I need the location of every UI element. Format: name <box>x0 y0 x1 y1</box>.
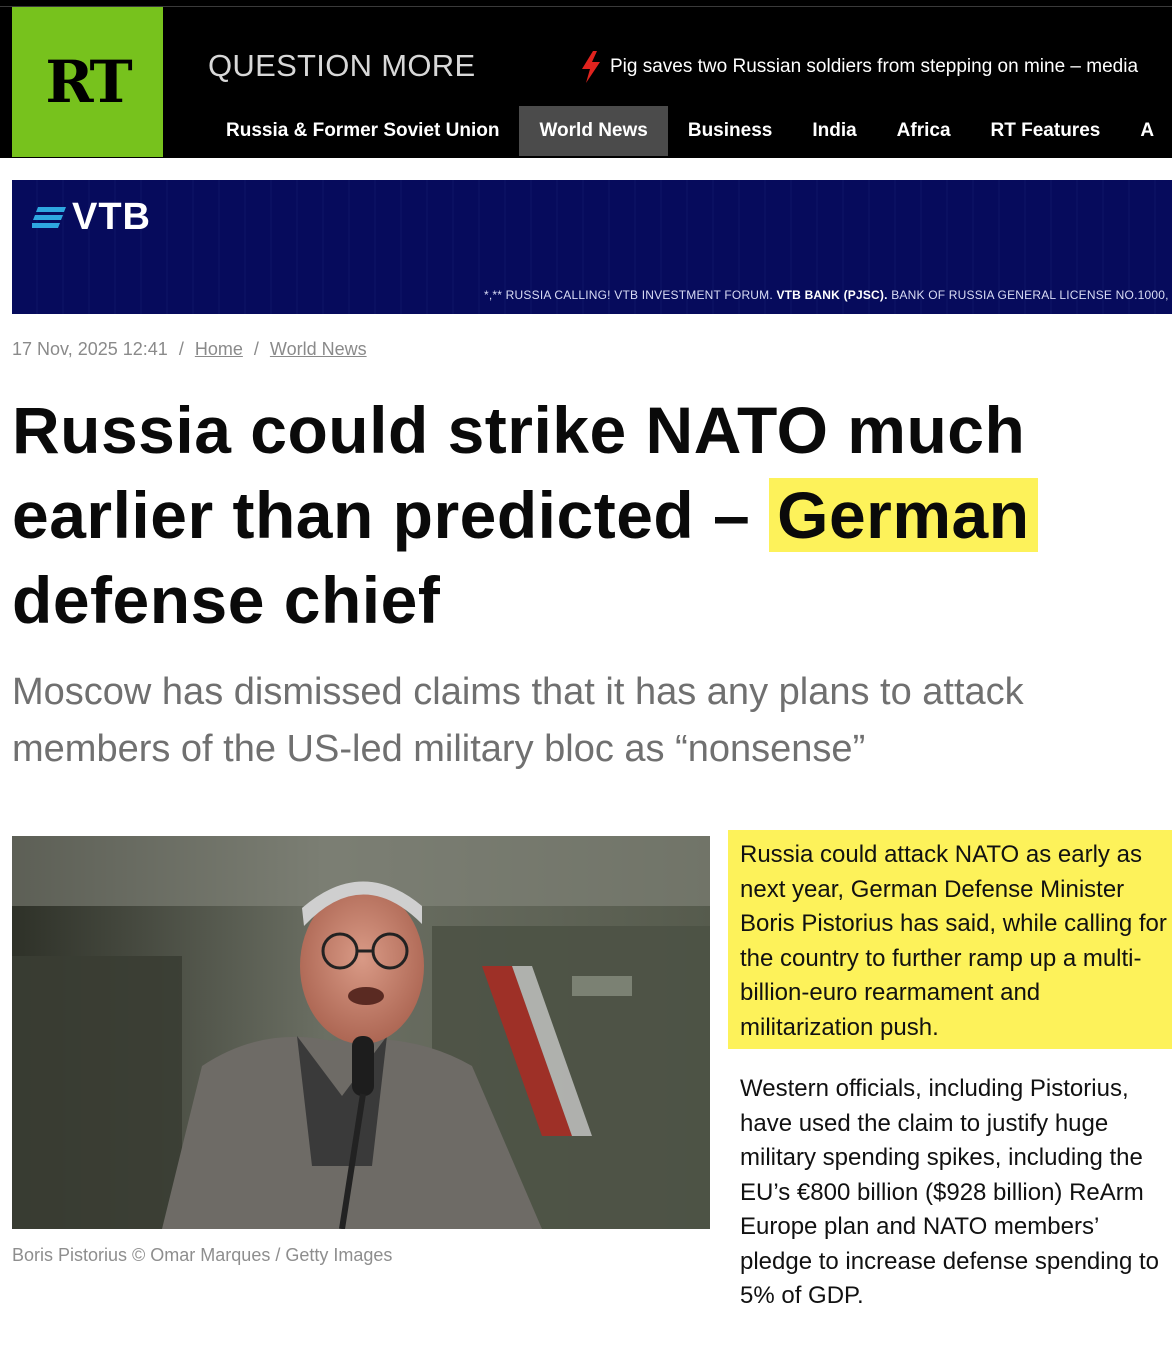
fine-print-bold: VTB BANK (PJSC). <box>776 288 888 302</box>
headline-text-end: defense chief <box>12 563 441 637</box>
site-header: RT QUESTION MORE Pig saves two Russian s… <box>0 0 1172 158</box>
article-paragraph: Western officials, including Pistorius, … <box>740 1075 1159 1309</box>
headline-highlight: German <box>769 478 1038 552</box>
breadcrumb: 17 Nov, 2025 12:41 / Home / World News <box>12 339 367 360</box>
fine-print-part-2: BANK OF RUSSIA GENERAL LICENSE NO.1000, … <box>891 288 1172 302</box>
article-headline: Russia could strike NATO much earlier th… <box>12 388 1112 643</box>
vtb-logo: VTB <box>32 196 151 239</box>
article-summary: Moscow has dismissed claims that it has … <box>12 671 1024 770</box>
breadcrumb-home-link[interactable]: Home <box>195 339 243 359</box>
nav-item-russia-fsu[interactable]: Russia & Former Soviet Union <box>206 106 519 156</box>
vtb-stripes-icon <box>32 206 66 228</box>
nav-item-truncated[interactable]: A <box>1120 106 1172 156</box>
header-divider <box>0 6 1172 7</box>
logo-text: RT <box>45 48 132 116</box>
article-lead-paragraph: Russia could attack NATO as early as nex… <box>728 830 1172 1049</box>
publish-date: 17 Nov, 2025 12:41 <box>12 339 168 359</box>
photo-illustration <box>12 836 710 1229</box>
article-photo[interactable] <box>12 836 710 1229</box>
breaking-news-ticker[interactable]: Pig saves two Russian soldiers from step… <box>580 50 1138 84</box>
vtb-ad-banner[interactable]: VTB *,** RUSSIA CALLING! VTB INVESTMENT … <box>12 180 1172 314</box>
main-nav: Russia & Former Soviet Union World News … <box>206 106 1172 156</box>
breadcrumb-separator: / <box>253 339 259 359</box>
vtb-brand-text: VTB <box>72 196 151 238</box>
breadcrumb-separator: / <box>178 339 184 359</box>
nav-item-business[interactable]: Business <box>668 106 792 156</box>
nav-item-rt-features[interactable]: RT Features <box>971 106 1121 156</box>
rt-logo[interactable]: RT <box>12 7 163 157</box>
nav-item-india[interactable]: India <box>792 106 876 156</box>
site-tagline: QUESTION MORE <box>208 48 476 83</box>
nav-item-africa[interactable]: Africa <box>877 106 971 156</box>
nav-item-world-news[interactable]: World News <box>519 106 668 156</box>
banner-fine-print: *,** RUSSIA CALLING! VTB INVESTMENT FORU… <box>484 288 1172 302</box>
photo-caption: Boris Pistorius © Omar Marques / Getty I… <box>12 1245 393 1265</box>
lightning-icon <box>582 51 600 83</box>
breadcrumb-section-link[interactable]: World News <box>270 339 367 359</box>
breaking-news-text: Pig saves two Russian soldiers from step… <box>610 56 1139 77</box>
fine-print-part-1: *,** RUSSIA CALLING! VTB INVESTMENT FORU… <box>484 288 777 302</box>
